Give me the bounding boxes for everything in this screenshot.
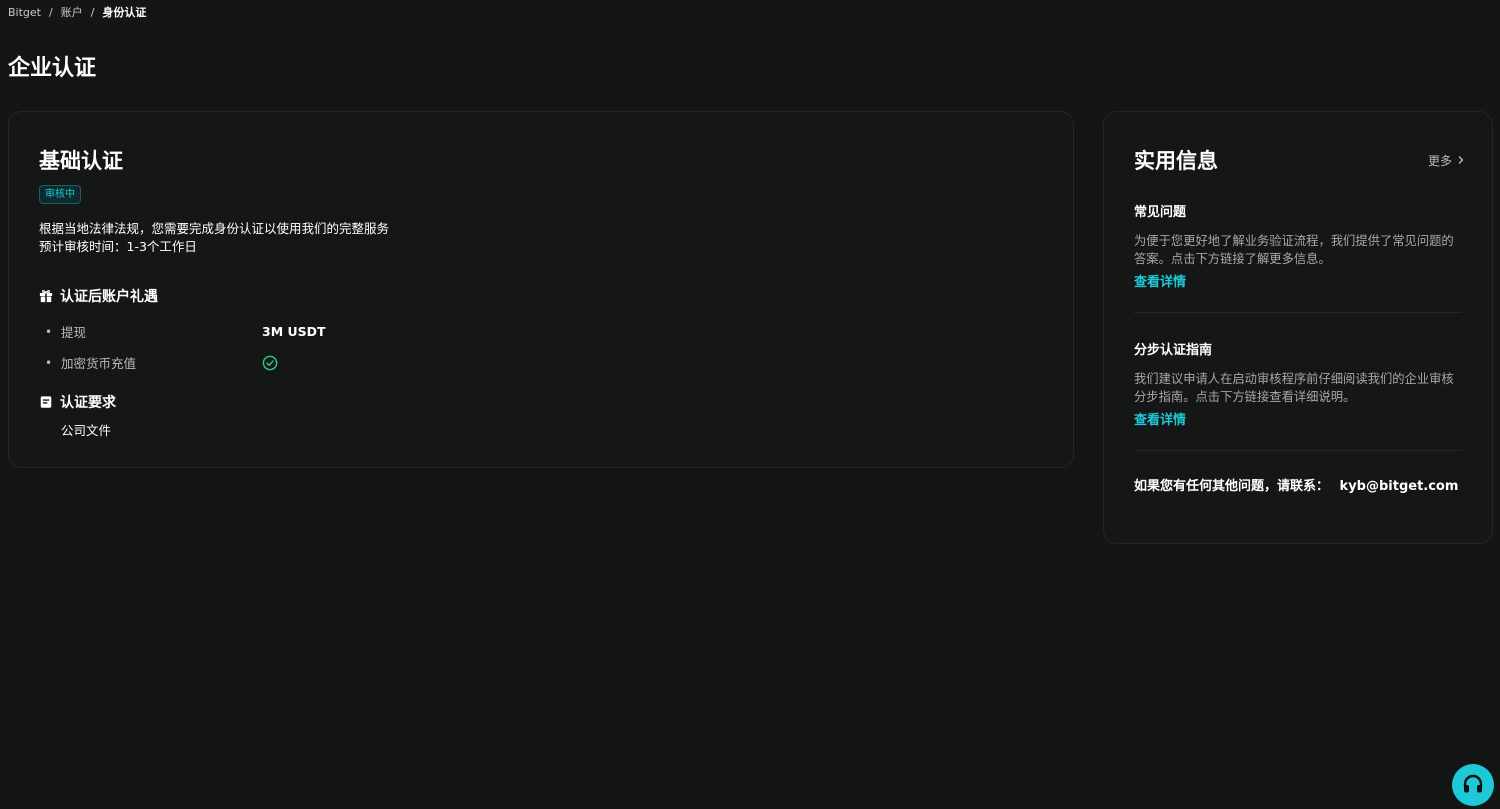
- benefit-row-withdraw: • 提现 3M USDT: [39, 316, 1043, 347]
- requirements-heading-text: 认证要求: [60, 395, 116, 411]
- guide-section: 分步认证指南 我们建议申请人在启动审核程序前仔细阅读我们的企业审核分步指南。点击…: [1134, 339, 1462, 428]
- check-circle-icon: [262, 355, 278, 370]
- contact-email[interactable]: kyb@bitget.com: [1340, 479, 1459, 494]
- benefit-list: • 提现 3M USDT • 加密货币充值: [39, 316, 1043, 378]
- breadcrumb-separator: /: [48, 5, 53, 19]
- guide-text: 我们建议申请人在启动审核程序前仔细阅读我们的企业审核分步指南。点击下方链接查看详…: [1134, 372, 1454, 404]
- verification-description: 根据当地法律法规，您需要完成身份认证以使用我们的完整服务 预计审核时间：1-3个…: [39, 220, 1043, 256]
- benefit-value: 3M USDT: [262, 324, 326, 339]
- divider: [1134, 450, 1462, 451]
- chevron-right-icon: [1458, 156, 1464, 164]
- faq-details-link[interactable]: 查看详情: [1134, 271, 1186, 290]
- requirements-heading: 认证要求: [39, 392, 1043, 412]
- card-title: 基础认证: [39, 149, 123, 173]
- guide-details-link[interactable]: 查看详情: [1134, 409, 1186, 428]
- breadcrumb-account[interactable]: 账户: [61, 4, 83, 20]
- page-title: 企业认证: [8, 56, 97, 81]
- contact-label: 如果您有任何其他问题，请联系：: [1134, 479, 1330, 494]
- document-icon: [40, 396, 52, 408]
- kyb-page: Bitget / 账户 / 身份认证 企业认证 基础认证 审核中 根据当地法律法…: [0, 0, 1500, 809]
- breadcrumb-home[interactable]: Bitget: [8, 6, 41, 19]
- review-time-line: 预计审核时间：1-3个工作日: [39, 239, 197, 254]
- contact-line: 如果您有任何其他问题，请联系： kyb@bitget.com: [1134, 475, 1462, 494]
- side-card-header: 实用信息 更多: [1134, 145, 1464, 175]
- guide-title: 分步认证指南: [1134, 343, 1213, 358]
- basic-verification-card: 基础认证 审核中 根据当地法律法规，您需要完成身份认证以使用我们的完整服务 预计…: [8, 111, 1074, 468]
- status-badge: 审核中: [39, 185, 81, 204]
- useful-info-card: 实用信息 更多 常见问题 为便于您更好地了解业务验证流程，我们提供了常见问题的答…: [1103, 111, 1493, 544]
- side-card-title: 实用信息: [1134, 149, 1218, 173]
- headset-icon: [1463, 774, 1483, 793]
- bullet: •: [45, 324, 53, 339]
- benefit-label: 加密货币充值: [61, 356, 137, 371]
- customer-support-button[interactable]: [1452, 764, 1494, 806]
- faq-section: 常见问题 为便于您更好地了解业务验证流程，我们提供了常见问题的答案。点击下方链接…: [1134, 201, 1462, 290]
- bullet: •: [45, 355, 53, 370]
- description-line: 根据当地法律法规，您需要完成身份认证以使用我们的完整服务: [39, 221, 390, 236]
- breadcrumb: Bitget / 账户 / 身份认证: [8, 4, 146, 20]
- more-link-label: 更多: [1427, 153, 1452, 168]
- benefit-row-crypto-deposit: • 加密货币充值: [39, 347, 1043, 378]
- breadcrumb-current: 身份认证: [102, 6, 147, 19]
- requirement-item: 公司文件: [61, 423, 112, 438]
- benefits-heading-text: 认证后账户礼遇: [60, 289, 158, 305]
- gift-icon: [39, 290, 53, 303]
- breadcrumb-separator: /: [90, 5, 95, 19]
- divider: [1134, 312, 1462, 313]
- more-link[interactable]: 更多: [1428, 152, 1466, 169]
- faq-title: 常见问题: [1134, 205, 1187, 220]
- benefit-label: 提现: [61, 325, 87, 340]
- faq-text: 为便于您更好地了解业务验证流程，我们提供了常见问题的答案。点击下方链接了解更多信…: [1134, 234, 1454, 266]
- benefits-heading: 认证后账户礼遇: [39, 286, 1043, 306]
